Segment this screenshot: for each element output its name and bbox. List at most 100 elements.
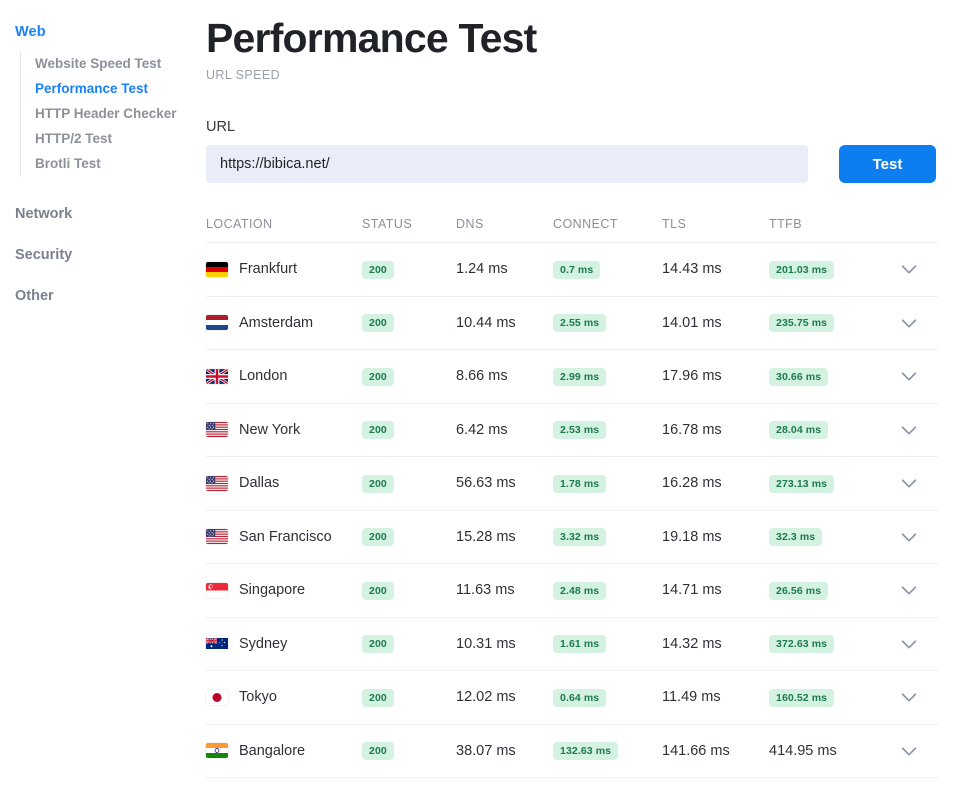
sidebar-item-security[interactable]: Security xyxy=(0,245,206,265)
sidebar-group-web[interactable]: Web xyxy=(0,22,206,42)
sidebar-item-http-header-checker[interactable]: HTTP Header Checker xyxy=(35,102,206,127)
table-row[interactable]: Bangalore 200 38.07 ms 132.63 ms 141.66 ms 41… xyxy=(206,725,938,778)
chevron-down-icon[interactable] xyxy=(898,740,920,762)
chevron-down-icon[interactable] xyxy=(898,633,920,655)
column-header-status: STATUS xyxy=(362,216,413,231)
ttfb-badge: 30.66 ms xyxy=(769,367,829,386)
dns-value: 8.66 ms xyxy=(456,368,508,385)
status-badge: 200 xyxy=(362,367,394,386)
status-badge: 200 xyxy=(362,260,394,279)
sidebar-item-performance-test[interactable]: Performance Test xyxy=(35,77,206,102)
location-name: Dallas xyxy=(239,475,280,492)
connect-badge: 2.55 ms xyxy=(553,314,607,333)
sidebar-item-website-speed-test[interactable]: Website Speed Test xyxy=(35,52,206,77)
table-row[interactable]: London 200 8.66 ms 2.99 ms 17.96 ms 30.66 ms xyxy=(206,350,938,404)
dns-value: 12.02 ms xyxy=(456,689,516,706)
flag-icon-de xyxy=(206,262,228,277)
flag-icon-us xyxy=(206,476,228,491)
status-badge: 200 xyxy=(362,688,394,707)
dns-value: 38.07 ms xyxy=(456,742,516,759)
dns-value: 56.63 ms xyxy=(456,475,516,492)
chevron-down-icon[interactable] xyxy=(898,579,920,601)
table-row[interactable]: Singapore 200 11.63 ms 2.48 ms 14.71 ms 26.56… xyxy=(206,564,938,618)
results-table: LOCATION STATUS DNS CONNECT TLS TTFB Fra… xyxy=(206,215,938,778)
column-header-tls: TLS xyxy=(662,216,687,231)
dns-value: 10.31 ms xyxy=(456,635,516,652)
sidebar: Web Website Speed Test Performance Test … xyxy=(0,0,206,800)
status-badge: 200 xyxy=(362,742,394,761)
tls-value: 11.49 ms xyxy=(662,689,721,706)
column-header-dns: DNS xyxy=(456,216,484,231)
connect-badge: 132.63 ms xyxy=(553,742,619,761)
app-root: Web Website Speed Test Performance Test … xyxy=(0,0,958,800)
tls-value: 19.18 ms xyxy=(662,528,722,545)
status-badge: 200 xyxy=(362,314,394,333)
connect-badge: 2.53 ms xyxy=(553,421,607,440)
tls-value: 17.96 ms xyxy=(662,368,722,385)
table-body: Frankfurt 200 1.24 ms 0.7 ms 14.43 ms 201.03 … xyxy=(206,243,938,778)
flag-icon-us xyxy=(206,529,228,544)
sidebar-item-network[interactable]: Network xyxy=(0,204,206,224)
status-badge: 200 xyxy=(362,421,394,440)
main-content: Performance Test URL SPEED URL Test LOCA… xyxy=(206,0,958,800)
chevron-down-icon[interactable] xyxy=(898,258,920,280)
status-badge: 200 xyxy=(362,474,394,493)
table-row[interactable]: San Francisco 200 15.28 ms 3.32 ms 19.18 ms 3… xyxy=(206,511,938,564)
ttfb-badge: 28.04 ms xyxy=(769,421,829,440)
chevron-down-icon[interactable] xyxy=(898,419,920,441)
tls-value: 14.71 ms xyxy=(662,582,722,599)
chevron-down-icon[interactable] xyxy=(898,472,920,494)
connect-badge: 0.64 ms xyxy=(553,688,607,707)
location-name: London xyxy=(239,368,288,385)
tls-value: 16.78 ms xyxy=(662,421,722,438)
table-row[interactable]: Amsterdam 200 10.44 ms 2.55 ms 14.01 ms 235.7… xyxy=(206,297,938,350)
sidebar-item-other[interactable]: Other xyxy=(0,286,206,306)
url-input[interactable] xyxy=(206,145,808,183)
flag-icon-in xyxy=(206,743,228,758)
test-button[interactable]: Test xyxy=(839,145,936,183)
column-header-ttfb: TTFB xyxy=(769,216,803,231)
ttfb-value: 414.95 ms xyxy=(769,742,837,759)
location-name: San Francisco xyxy=(239,528,332,545)
table-row[interactable]: Sydney 200 10.31 ms 1.61 ms 14.32 ms 372.63 m… xyxy=(206,618,938,671)
dns-value: 10.44 ms xyxy=(456,314,516,331)
ttfb-badge: 160.52 ms xyxy=(769,688,835,707)
chevron-down-icon[interactable] xyxy=(898,312,920,334)
sidebar-item-brotli-test[interactable]: Brotli Test xyxy=(35,152,206,177)
tls-value: 141.66 ms xyxy=(662,742,730,759)
dns-value: 1.24 ms xyxy=(456,261,508,278)
table-row[interactable]: Tokyo 200 12.02 ms 0.64 ms 11.49 ms 160.52 ms xyxy=(206,671,938,725)
ttfb-badge: 32.3 ms xyxy=(769,528,823,547)
chevron-down-icon[interactable] xyxy=(898,526,920,548)
location-name: Amsterdam xyxy=(239,314,314,331)
chevron-down-icon[interactable] xyxy=(898,686,920,708)
ttfb-badge: 201.03 ms xyxy=(769,260,835,279)
connect-badge: 1.61 ms xyxy=(553,635,607,654)
table-row[interactable]: Dallas 200 56.63 ms 1.78 ms 16.28 ms 273.13 m… xyxy=(206,457,938,511)
table-row[interactable]: New York 200 6.42 ms 2.53 ms 16.78 ms 28.04 m… xyxy=(206,404,938,457)
status-badge: 200 xyxy=(362,581,394,600)
ttfb-badge: 372.63 ms xyxy=(769,635,835,654)
table-header-row: LOCATION STATUS DNS CONNECT TLS TTFB xyxy=(206,215,938,243)
flag-icon-jp xyxy=(206,690,228,705)
location-name: New York xyxy=(239,421,301,438)
page-subtitle: URL SPEED xyxy=(206,68,280,82)
tls-value: 14.32 ms xyxy=(662,635,722,652)
sidebar-item-http2-test[interactable]: HTTP/2 Test xyxy=(35,127,206,152)
connect-badge: 0.7 ms xyxy=(553,260,601,279)
dns-value: 6.42 ms xyxy=(456,421,508,438)
table-row[interactable]: Frankfurt 200 1.24 ms 0.7 ms 14.43 ms 201.03 … xyxy=(206,243,938,297)
url-field-label: URL xyxy=(206,119,236,135)
flag-icon-nl xyxy=(206,315,228,330)
location-name: Tokyo xyxy=(239,689,277,706)
ttfb-badge: 273.13 ms xyxy=(769,474,835,493)
location-name: Singapore xyxy=(239,582,306,599)
status-badge: 200 xyxy=(362,635,394,654)
dns-value: 15.28 ms xyxy=(456,528,516,545)
flag-icon-sg xyxy=(206,583,228,598)
connect-badge: 2.99 ms xyxy=(553,367,607,386)
connect-badge: 2.48 ms xyxy=(553,581,607,600)
chevron-down-icon[interactable] xyxy=(898,365,920,387)
flag-icon-au xyxy=(206,636,228,651)
